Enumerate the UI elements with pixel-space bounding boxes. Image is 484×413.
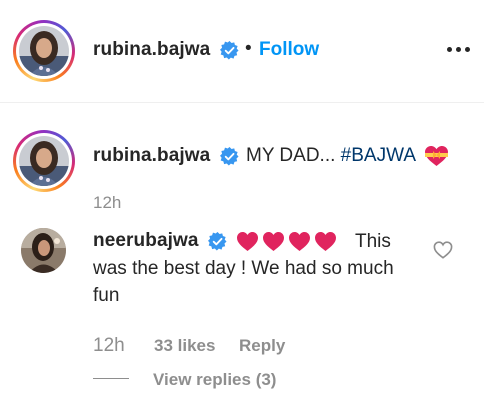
post-header: rubina.bajwa • Follow [0, 0, 484, 103]
heart-with-ribbon-icon [425, 146, 448, 166]
like-comment-heart-icon[interactable] [433, 241, 453, 259]
more-options-icon[interactable] [447, 41, 471, 59]
follow-button[interactable]: Follow [259, 39, 319, 61]
comment-timestamp: 12h [93, 335, 125, 356]
verified-badge-icon [220, 147, 239, 166]
separator-dot: • [245, 38, 252, 59]
reply-button[interactable]: Reply [239, 336, 285, 356]
caption-username[interactable]: rubina.bajwa [93, 145, 210, 167]
comment-likes-link[interactable]: 33 likes [154, 336, 215, 356]
verified-badge-icon [220, 41, 239, 60]
replies-divider-line [93, 378, 129, 379]
comment-text: This was the best day ! We had so much f… [93, 231, 394, 306]
view-replies-button[interactable]: View replies (3) [153, 370, 276, 390]
commenter-avatar[interactable] [21, 228, 66, 273]
caption-timestamp: 12h [93, 193, 122, 212]
hashtag-link[interactable]: #BAJWA [341, 145, 416, 166]
caption-text: MY DAD... #BAJWA [246, 145, 416, 166]
header-username[interactable]: rubina.bajwa [93, 39, 210, 61]
